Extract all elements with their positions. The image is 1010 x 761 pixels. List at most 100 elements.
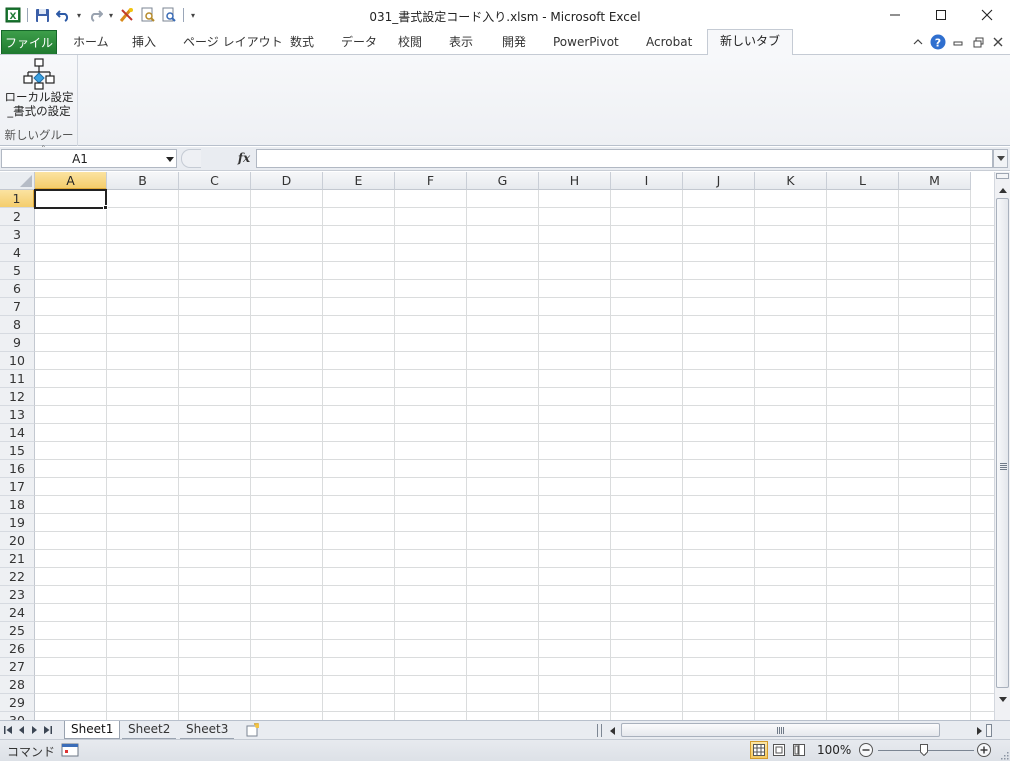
page-layout-view-icon[interactable]: [770, 741, 788, 759]
tab-insert[interactable]: 挿入: [132, 33, 156, 55]
column-header[interactable]: I: [611, 172, 683, 190]
vertical-split-handle[interactable]: [996, 173, 1009, 179]
sheet-tab-sheet2[interactable]: Sheet2: [122, 721, 177, 739]
prev-sheet-icon[interactable]: [16, 724, 26, 736]
column-header[interactable]: F: [395, 172, 467, 190]
row-header[interactable]: 22: [0, 568, 35, 586]
row-header[interactable]: 24: [0, 604, 35, 622]
tab-home[interactable]: ホーム: [73, 33, 109, 55]
column-header[interactable]: M: [899, 172, 971, 190]
row-header[interactable]: 5: [0, 262, 35, 280]
doc-restore-icon[interactable]: [970, 34, 986, 50]
resize-grip-icon[interactable]: [999, 750, 1009, 760]
row-header[interactable]: 17: [0, 478, 35, 496]
column-header[interactable]: G: [467, 172, 539, 190]
ribbon-collapse-icon[interactable]: [910, 34, 926, 50]
row-header[interactable]: 30: [0, 712, 35, 720]
excel-logo-icon[interactable]: X: [4, 6, 22, 24]
print-preview-icon[interactable]: [139, 6, 157, 24]
macro-record-icon[interactable]: [61, 742, 79, 758]
cell-area[interactable]: [35, 190, 994, 720]
customize-icon[interactable]: ▾: [189, 11, 197, 20]
page-break-view-icon[interactable]: [790, 741, 808, 759]
row-header[interactable]: 14: [0, 424, 35, 442]
scroll-up-icon[interactable]: [996, 182, 1010, 198]
horizontal-scroll-thumb[interactable]: [621, 723, 940, 737]
active-cell[interactable]: [34, 189, 107, 209]
row-header[interactable]: 7: [0, 298, 35, 316]
row-header[interactable]: 2: [0, 208, 35, 226]
tab-acrobat[interactable]: Acrobat: [646, 33, 692, 55]
redo-dropdown-icon[interactable]: ▾: [107, 11, 115, 20]
print-preview-2-icon[interactable]: [160, 6, 178, 24]
zoom-slider-thumb[interactable]: [920, 744, 928, 756]
row-header[interactable]: 11: [0, 370, 35, 388]
row-header[interactable]: 10: [0, 352, 35, 370]
row-header[interactable]: 19: [0, 514, 35, 532]
row-header[interactable]: 29: [0, 694, 35, 712]
scroll-right-icon[interactable]: [973, 723, 985, 738]
sheet-tab-sheet1[interactable]: Sheet1: [64, 721, 121, 739]
vertical-scrollbar[interactable]: [994, 172, 1010, 720]
formula-bar-divider[interactable]: [181, 149, 201, 168]
column-header[interactable]: H: [539, 172, 611, 190]
row-header[interactable]: 16: [0, 460, 35, 478]
minimize-icon[interactable]: [872, 0, 918, 30]
insert-sheet-icon[interactable]: [245, 723, 261, 737]
column-header[interactable]: D: [251, 172, 323, 190]
row-header[interactable]: 12: [0, 388, 35, 406]
row-header[interactable]: 13: [0, 406, 35, 424]
column-header[interactable]: B: [107, 172, 179, 190]
row-header[interactable]: 6: [0, 280, 35, 298]
zoom-level[interactable]: 100%: [817, 743, 851, 757]
row-header[interactable]: 25: [0, 622, 35, 640]
first-sheet-icon[interactable]: [3, 724, 13, 736]
undo-icon[interactable]: [54, 6, 72, 24]
tab-view[interactable]: 表示: [449, 33, 473, 55]
row-header[interactable]: 3: [0, 226, 35, 244]
row-header[interactable]: 1: [0, 190, 35, 208]
row-header[interactable]: 4: [0, 244, 35, 262]
row-header[interactable]: 26: [0, 640, 35, 658]
tab-review[interactable]: 校閲: [398, 33, 422, 55]
macro-tool-icon[interactable]: [118, 6, 136, 24]
scroll-left-icon[interactable]: [606, 723, 618, 738]
row-header[interactable]: 27: [0, 658, 35, 676]
maximize-icon[interactable]: [918, 0, 964, 30]
doc-close-icon[interactable]: [990, 34, 1006, 50]
row-header[interactable]: 28: [0, 676, 35, 694]
tab-file[interactable]: ファイル: [1, 30, 57, 54]
column-header[interactable]: C: [179, 172, 251, 190]
next-sheet-icon[interactable]: [29, 724, 39, 736]
horizontal-split-box[interactable]: [986, 724, 992, 737]
row-header[interactable]: 18: [0, 496, 35, 514]
tab-data[interactable]: データ: [341, 33, 377, 55]
tab-new-tab[interactable]: 新しいタブ: [707, 29, 794, 56]
tab-page-layout[interactable]: ページ レイアウト: [183, 33, 283, 55]
help-icon[interactable]: ?: [930, 34, 946, 50]
expand-formula-bar-button[interactable]: [993, 149, 1008, 168]
close-icon[interactable]: [964, 0, 1010, 30]
doc-minimize-icon[interactable]: [950, 34, 966, 50]
row-header[interactable]: 21: [0, 550, 35, 568]
tab-formulas[interactable]: 数式: [290, 33, 314, 55]
insert-function-button[interactable]: fx: [234, 150, 254, 168]
row-header[interactable]: 9: [0, 334, 35, 352]
select-all-button[interactable]: [0, 172, 35, 190]
column-header[interactable]: J: [683, 172, 755, 190]
column-header[interactable]: L: [827, 172, 899, 190]
vertical-scroll-thumb[interactable]: [996, 198, 1009, 688]
redo-icon[interactable]: [86, 6, 104, 24]
column-header[interactable]: K: [755, 172, 827, 190]
name-box[interactable]: A1: [1, 149, 177, 168]
local-format-settings-button[interactable]: ローカル設定 _書式の設定: [4, 58, 74, 128]
zoom-in-icon[interactable]: [976, 742, 992, 758]
horizontal-split-handle[interactable]: [597, 724, 602, 737]
normal-view-icon[interactable]: [750, 741, 768, 759]
tab-developer[interactable]: 開発: [502, 33, 526, 55]
last-sheet-icon[interactable]: [42, 724, 52, 736]
scroll-down-icon[interactable]: [996, 691, 1010, 707]
undo-dropdown-icon[interactable]: ▾: [75, 11, 83, 20]
row-header[interactable]: 23: [0, 586, 35, 604]
column-header[interactable]: A: [35, 172, 107, 190]
